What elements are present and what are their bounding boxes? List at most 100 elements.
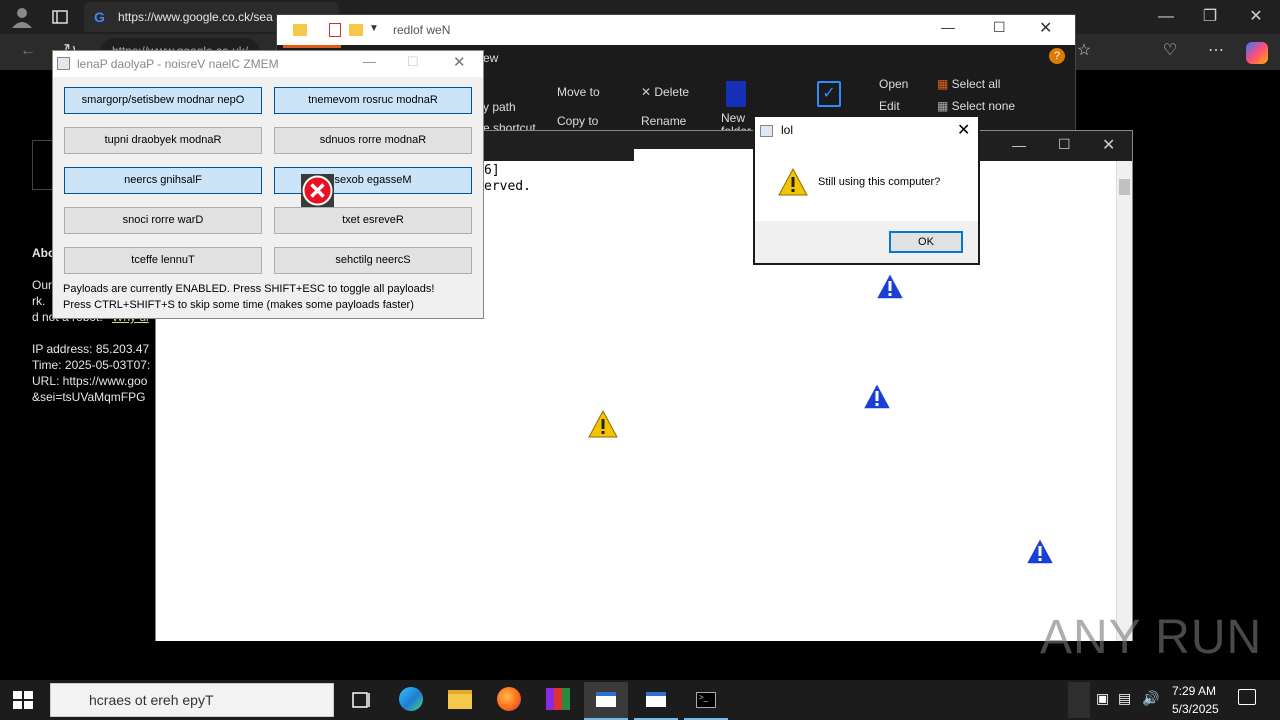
copilot-icon[interactable] (1246, 42, 1268, 64)
console-close-button[interactable]: ✕ (1102, 135, 1115, 155)
console-scrollbar[interactable] (1116, 161, 1132, 641)
profile-icon[interactable] (8, 4, 36, 30)
copy-to-label: Copy to (557, 114, 599, 128)
console-line-1: 6] (484, 163, 500, 178)
time-text: Time: 2025-05-03T07: (32, 358, 151, 372)
payload-screen-glitches-button[interactable]: sehctilg neercS (274, 247, 472, 274)
volume-icon[interactable]: 🔊 (1142, 690, 1159, 707)
tray-app-icon[interactable]: ▣ (1096, 690, 1109, 707)
browser-restore-button[interactable]: ❐ (1190, 2, 1230, 32)
payload-tunnel-effect-button[interactable]: tceffe lennuT (64, 247, 262, 274)
notifications-icon[interactable] (1238, 689, 1256, 705)
firefox-taskbar-icon[interactable] (497, 687, 521, 711)
memz-title-text: lenaP daolyaP - noisreV naelC ZMEM (77, 57, 279, 71)
google-favicon-icon: G (94, 9, 105, 25)
folder-icon (293, 24, 307, 36)
edit-label: Edit (879, 99, 900, 113)
memz-taskbar-button[interactable] (584, 682, 628, 720)
lol-dialog-message: Still using this computer? (818, 176, 941, 188)
new-folder-icon[interactable] (726, 81, 746, 107)
memz-close-button[interactable]: ✕ (453, 53, 466, 71)
open-button[interactable]: Open (879, 77, 908, 91)
page-line-2: rk. (32, 294, 46, 308)
edit-button[interactable]: Edit (879, 99, 900, 113)
payload-flashing-screen-button[interactable]: neercs gnihsalF (64, 167, 262, 194)
explorer-minimize-button[interactable]: — (941, 19, 955, 35)
taskbar-search-box[interactable]: hcraes ot ereh epyT (50, 683, 334, 717)
collections-icon[interactable]: ♡ (1150, 36, 1190, 66)
warning-icon (777, 167, 809, 197)
network-icon[interactable]: ▤ (1118, 690, 1131, 707)
memz-payload-panel: lenaP daolyaP - noisreV naelC ZMEM — ☐ ✕… (52, 50, 484, 319)
memz-maximize-button[interactable]: ☐ (407, 54, 419, 70)
move-to-button[interactable]: Move to (557, 85, 600, 99)
select-all-button[interactable]: ▦ Select all (937, 77, 1000, 91)
explorer-close-button[interactable]: ✕ (1039, 18, 1052, 38)
rename-label: Rename (641, 114, 687, 128)
cmd-taskbar-button[interactable]: >_ (684, 682, 728, 720)
properties-quick-icon[interactable] (329, 23, 341, 37)
console-minimize-button[interactable]: — (1012, 137, 1026, 153)
payload-random-keyboard-input-button[interactable]: tupni draobyek modnaR (64, 127, 262, 154)
help-icon[interactable]: ? (1049, 48, 1065, 64)
back-icon[interactable]: ← (8, 36, 48, 66)
tab-actions-icon[interactable] (48, 6, 72, 28)
clock-date[interactable]: 5/3/2025 (1172, 702, 1219, 716)
console-title-input-strip (634, 149, 754, 161)
lol-taskbar-button[interactable] (634, 682, 678, 720)
browser-close-button[interactable]: ✕ (1236, 2, 1276, 32)
explorer-maximize-button[interactable]: ☐ (993, 19, 1006, 36)
properties-icon[interactable]: ✓ (817, 81, 841, 107)
menu-view-tab[interactable]: ew (483, 51, 498, 65)
browser-minimize-button[interactable]: — (1146, 2, 1186, 32)
anyrun-watermark: ANY RUN (1040, 611, 1263, 664)
memz-minimize-button[interactable]: — (363, 54, 376, 69)
search-placeholder: hcraes ot ereh epyT (89, 692, 214, 708)
error-icon (301, 174, 334, 207)
window-app-icon (596, 692, 616, 707)
lol-dialog-title: lol (781, 123, 794, 137)
edge-taskbar-icon[interactable] (399, 687, 423, 711)
payload-draw-error-icons-button[interactable]: snoci rorre warD (64, 207, 262, 234)
windows-logo-icon (13, 691, 33, 709)
memz-app-icon (57, 57, 70, 70)
warning-icon (1024, 536, 1056, 566)
clock-time[interactable]: 7:29 AM (1172, 684, 1216, 698)
scrollbar-thumb[interactable] (1119, 179, 1130, 195)
file-explorer-taskbar-icon[interactable] (448, 690, 472, 709)
ip-address-text: IP address: 85.203.47 (32, 342, 150, 356)
payload-reverse-text-button[interactable]: txet esreveR (274, 207, 472, 234)
quick-access-dropdown-icon[interactable]: ▼ (369, 23, 379, 34)
warning-icon (861, 381, 893, 411)
window-app-icon (646, 692, 666, 707)
payload-random-error-sounds-button[interactable]: sdnuos rorre modnaR (274, 127, 472, 154)
file-tab-accent (283, 45, 341, 48)
rename-button[interactable]: Rename (641, 114, 686, 128)
memz-status-skip-hint: Press CTRL+SHIFT+S to skip some time (ma… (63, 299, 414, 311)
explorer-title-text: redlof weN (393, 23, 451, 37)
task-view-icon[interactable] (342, 684, 382, 716)
winrar-taskbar-icon[interactable] (546, 688, 570, 710)
payload-open-random-websites-button[interactable]: smargorp/setisbew modnar nepO (64, 87, 262, 114)
delete-button[interactable]: ✕ Delete (641, 85, 689, 99)
url-text: URL: https://www.goo (32, 374, 148, 388)
copy-to-button[interactable]: Copy to (557, 114, 598, 128)
show-hidden-icons-button[interactable] (1068, 682, 1090, 718)
lol-app-icon (760, 125, 773, 137)
select-none-button[interactable]: ▦ Select none (937, 99, 1015, 113)
new-folder-quick-icon[interactable] (349, 24, 363, 36)
terminal-icon: >_ (696, 692, 716, 708)
delete-label: Delete (654, 85, 690, 99)
move-to-label: Move to (557, 85, 600, 99)
copy-path-button[interactable]: y path (483, 100, 516, 114)
lol-ok-button[interactable]: OK (889, 231, 963, 253)
payload-random-cursor-movement-button[interactable]: tnemevom rosruc modnaR (274, 87, 472, 114)
start-button[interactable] (12, 690, 34, 710)
sei-text: &sei=tsUVaMqmFPG (32, 390, 146, 404)
page-line-1: Our (32, 278, 53, 292)
open-label: Open (879, 77, 909, 91)
memz-status-enabled: Payloads are currently ENABLED. Press SH… (63, 283, 435, 295)
more-menu-icon[interactable]: ⋯ (1196, 36, 1236, 66)
lol-close-button[interactable]: ✕ (957, 120, 970, 140)
console-maximize-button[interactable]: ☐ (1058, 136, 1071, 153)
